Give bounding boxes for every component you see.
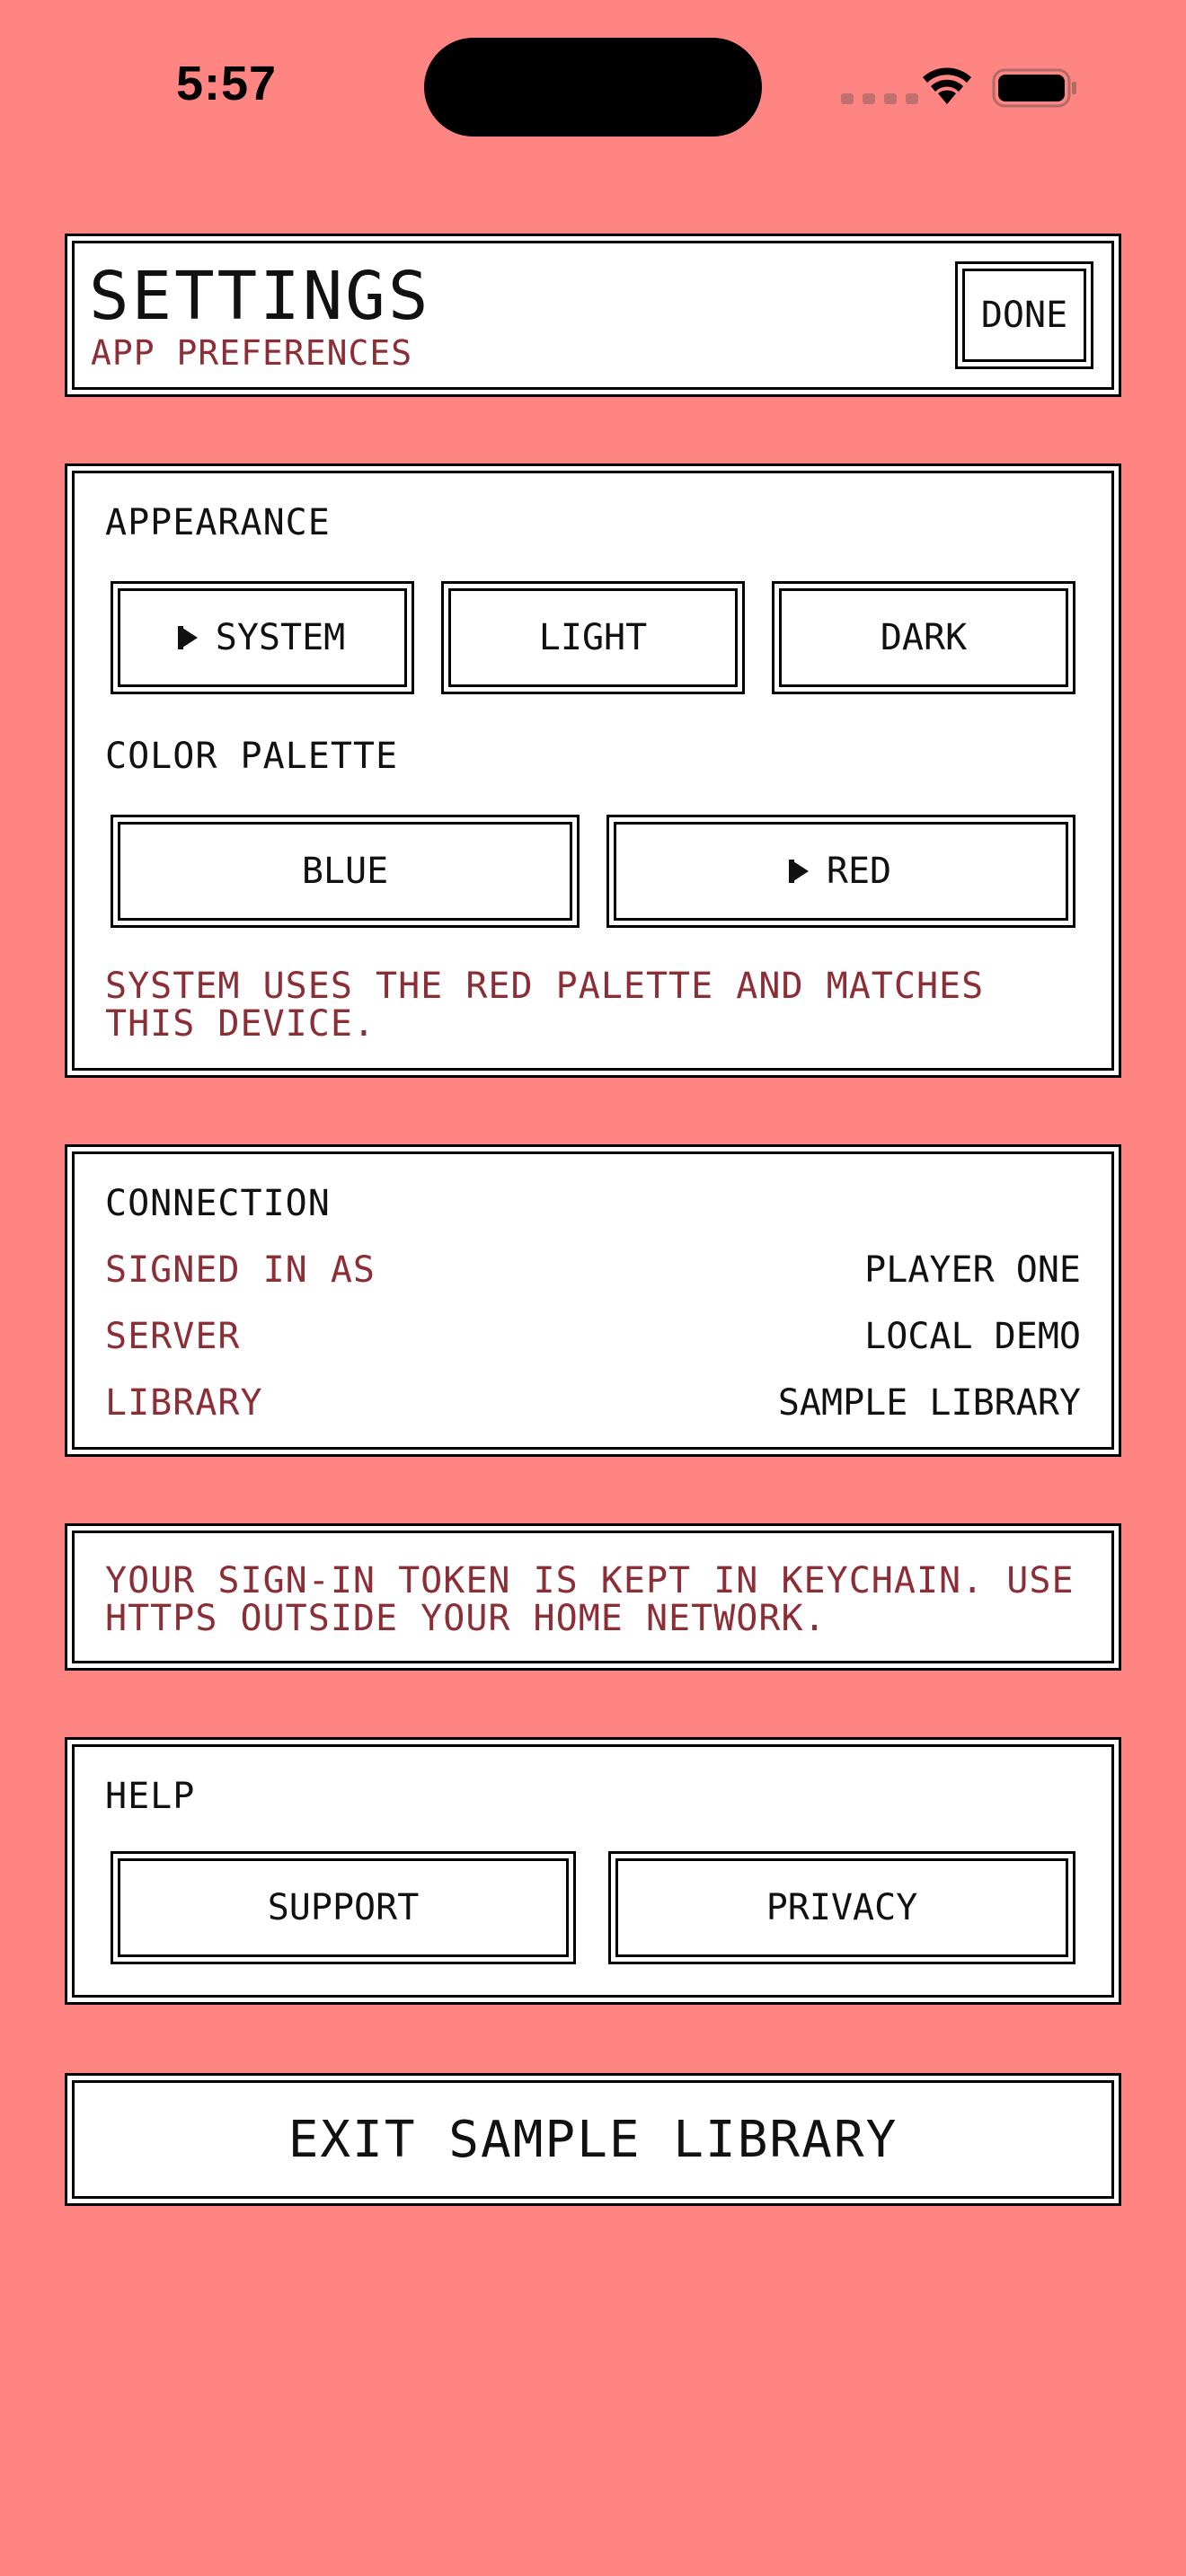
server-value: LOCAL DEMO	[864, 1316, 1081, 1357]
signed-in-as-label: SIGNED IN AS	[105, 1249, 376, 1291]
appearance-heading: APPEARANCE	[105, 502, 331, 543]
status-bar: 5:57	[0, 0, 1186, 180]
selected-marker-icon	[177, 626, 198, 649]
appearance-section: APPEARANCE SYSTEM LIGHT DARK COLOR PALET…	[65, 463, 1121, 1078]
appearance-note-line1: SYSTEM USES THE RED PALETTE AND MATCHES	[105, 966, 985, 1007]
library-label: LIBRARY	[105, 1382, 263, 1424]
appearance-option-light[interactable]: LIGHT	[441, 581, 745, 694]
battery-icon	[992, 68, 1076, 108]
server-label: SERVER	[105, 1316, 241, 1357]
appearance-option-label: DARK	[880, 617, 968, 658]
security-note: YOUR SIGN-IN TOKEN IS KEPT IN KEYCHAIN. …	[65, 1523, 1121, 1671]
page-title: SETTINGS	[89, 258, 431, 335]
exit-button-label: EXIT SAMPLE LIBRARY	[288, 2110, 898, 2169]
privacy-button-label: PRIVACY	[766, 1887, 918, 1928]
status-time: 5:57	[176, 57, 278, 110]
dynamic-island	[424, 38, 762, 137]
appearance-option-system[interactable]: SYSTEM	[111, 581, 414, 694]
security-note-line1: YOUR SIGN-IN TOKEN IS KEPT IN KEYCHAIN. …	[105, 1560, 1075, 1601]
security-note-line2: HTTPS OUTSIDE YOUR HOME NETWORK.	[105, 1598, 827, 1639]
signed-in-as-value: PLAYER ONE	[864, 1249, 1081, 1291]
wifi-icon	[923, 67, 971, 104]
done-button[interactable]: DONE	[955, 261, 1093, 369]
connection-section: CONNECTION SIGNED IN AS PLAYER ONE SERVE…	[65, 1144, 1121, 1457]
palette-option-blue[interactable]: BLUE	[111, 815, 580, 928]
help-heading: HELP	[105, 1776, 196, 1817]
help-section: HELP SUPPORT PRIVACY	[65, 1737, 1121, 2005]
library-value: SAMPLE LIBRARY	[777, 1382, 1081, 1424]
appearance-option-dark[interactable]: DARK	[772, 581, 1075, 694]
palette-option-label: RED	[826, 851, 892, 892]
settings-header: SETTINGS APP PREFERENCES DONE	[65, 234, 1121, 397]
appearance-option-label: SYSTEM	[215, 617, 346, 658]
page-subtitle: APP PREFERENCES	[91, 333, 413, 373]
selected-marker-icon	[788, 860, 809, 883]
appearance-option-label: LIGHT	[538, 617, 648, 658]
palette-option-label: BLUE	[301, 851, 389, 892]
cellular-signal-icon	[841, 93, 918, 104]
done-button-label: DONE	[980, 295, 1068, 336]
palette-option-red[interactable]: RED	[606, 815, 1075, 928]
connection-heading: CONNECTION	[105, 1183, 331, 1224]
appearance-note-line2: THIS DEVICE.	[105, 1003, 376, 1045]
support-button[interactable]: SUPPORT	[111, 1851, 576, 1964]
exit-sample-library-button[interactable]: EXIT SAMPLE LIBRARY	[65, 2073, 1121, 2206]
color-palette-heading: COLOR PALETTE	[105, 736, 399, 777]
privacy-button[interactable]: PRIVACY	[608, 1851, 1075, 1964]
support-button-label: SUPPORT	[267, 1887, 420, 1928]
